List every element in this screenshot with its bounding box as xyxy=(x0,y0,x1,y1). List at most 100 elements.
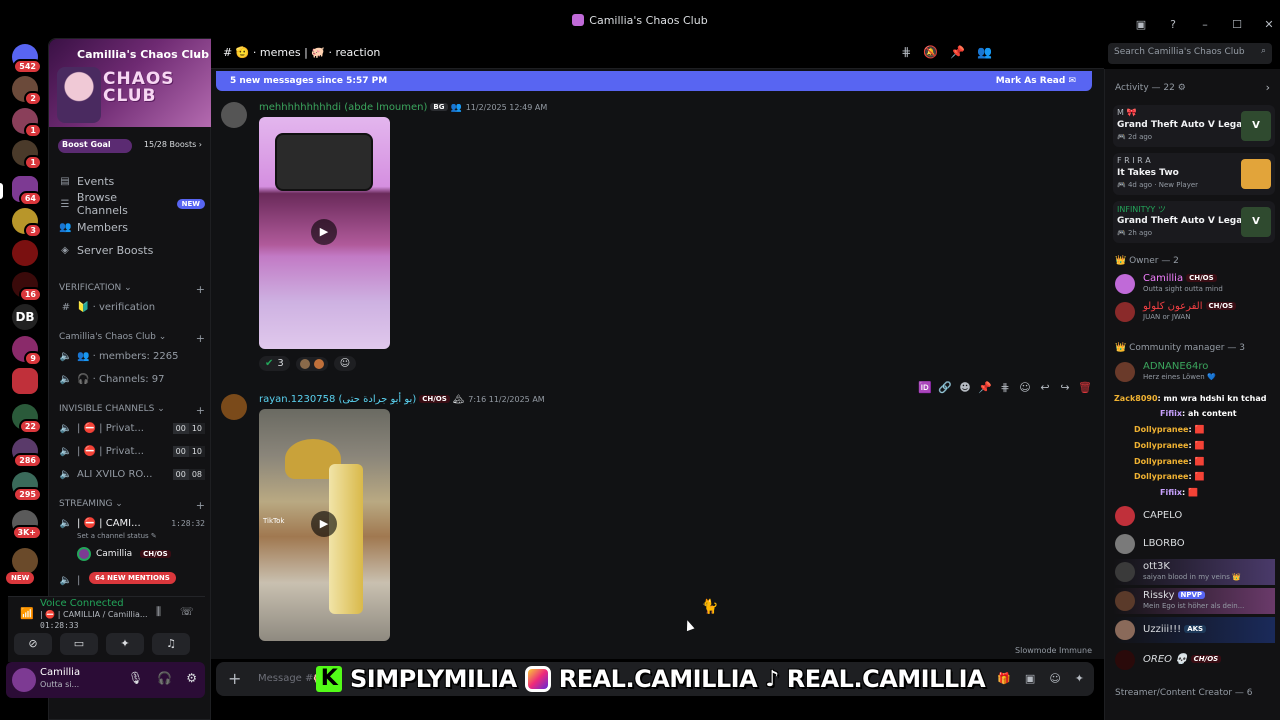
server-folder-4[interactable]: 3K+ xyxy=(11,510,42,540)
new-unreads-pill[interactable]: NEW xyxy=(6,572,35,584)
disconnect-icon[interactable]: ☏ xyxy=(180,605,194,618)
member-item[interactable]: ott3K saiyan blood in my veins 👑 xyxy=(1113,559,1275,585)
activity-header[interactable]: Activity — 22 ⚙ xyxy=(1115,83,1186,93)
avatar[interactable] xyxy=(221,102,247,128)
new-messages-bar[interactable]: 5 new messages since 5:57 PM Mark As Rea… xyxy=(216,71,1092,91)
boost-goal[interactable]: Boost Goal 15/28 Boosts › xyxy=(58,139,202,153)
channel-cami[interactable]: 🔈 | ⛔ | CAMI... 1:28:32 xyxy=(59,513,205,533)
server-icon-3[interactable]: 1 xyxy=(12,140,42,170)
activity-card[interactable]: F R I R A It Takes Two 🎮 4d ago · New Pl… xyxy=(1113,153,1275,195)
link-icon[interactable]: 🔗 xyxy=(938,381,952,394)
new-mentions-pill[interactable]: 64 NEW MENTIONS xyxy=(89,572,176,584)
video-attachment[interactable]: ▶ xyxy=(259,117,390,349)
author-name[interactable]: mehhhhhhhhhdi (abde lmoumen) xyxy=(259,102,427,113)
signal-icon[interactable]: 📶 xyxy=(20,607,34,620)
activity-card[interactable]: INFINITYY ツ Grand Theft Auto V Legacy 🎮 … xyxy=(1113,201,1275,243)
close-button[interactable]: ✕ xyxy=(1258,16,1280,34)
reaction-check[interactable]: ✔ 3 xyxy=(259,356,290,371)
reply-icon[interactable]: ↩ xyxy=(1038,381,1052,394)
minimize-button[interactable]: – xyxy=(1194,16,1216,34)
microphone-icon[interactable]: 🎙 xyxy=(128,671,143,685)
add-reaction-button[interactable]: ☺ xyxy=(333,356,357,371)
set-channel-status[interactable]: Set a channel status ✎ xyxy=(77,532,157,540)
react-icon[interactable]: ☻ xyxy=(958,381,972,394)
id-icon[interactable]: 🆔 xyxy=(918,381,932,394)
pin-icon[interactable]: 📌 xyxy=(978,381,992,394)
play-icon[interactable]: ▶ xyxy=(311,219,337,245)
server-icon-15[interactable] xyxy=(12,548,38,574)
inbox-icon[interactable]: ▣ xyxy=(1130,16,1152,34)
member-item[interactable]: Rissky NPVP Mein Ego ist höher als dein..… xyxy=(1113,588,1275,614)
nav-browse-channels[interactable]: ☰ Browse Channels NEW xyxy=(59,191,205,217)
channel-ali[interactable]: 🔈 ALI XVILO RO... 00 08 xyxy=(59,464,205,484)
server-icon-2[interactable]: 1 xyxy=(12,108,42,138)
gear-icon[interactable]: ⚙ xyxy=(186,671,197,685)
avatar[interactable] xyxy=(12,668,36,692)
noise-suppression-icon[interactable]: ⫼ xyxy=(156,605,161,619)
help-icon[interactable]: ? xyxy=(1162,16,1184,34)
category-streaming[interactable]: STREAMING ⌄ + xyxy=(59,499,205,512)
activities-icon[interactable]: ✦ xyxy=(106,633,144,655)
nav-members[interactable]: 👥 Members xyxy=(59,217,205,237)
maximize-button[interactable]: ☐ xyxy=(1226,16,1248,34)
server-icon-9[interactable]: 9 xyxy=(12,336,42,366)
gift-icon[interactable]: 🎁 xyxy=(997,672,1011,685)
channel-members-count[interactable]: 🔈 👥 · members: 2265 xyxy=(59,346,205,366)
member-list-icon[interactable]: 👥 xyxy=(977,45,992,59)
author-name[interactable]: rayan.1230758 (بو أبو جرادة حتى) xyxy=(259,394,416,405)
attach-plus-icon[interactable]: + xyxy=(228,669,241,688)
voice-channel-name[interactable]: | ⛔ | CAMILLIA / Camillia... xyxy=(40,610,150,619)
nav-server-boosts[interactable]: ◈ Server Boosts xyxy=(59,240,205,260)
camera-off-icon[interactable]: ⊘ xyxy=(14,633,52,655)
category-invisible[interactable]: INVISIBLE CHANNELS ⌄ + xyxy=(59,404,205,417)
add-channel-icon[interactable]: + xyxy=(196,404,205,417)
user-name[interactable]: Camillia xyxy=(40,667,80,678)
member-item[interactable]: OREO 💀 CH/OS xyxy=(1113,647,1275,673)
member-item[interactable]: Uzziii!!! AKS xyxy=(1113,617,1275,643)
reaction-avatars[interactable] xyxy=(295,356,328,371)
server-name[interactable]: Camillia's Chaos Club xyxy=(77,48,209,61)
emoji-icon[interactable]: ☺ xyxy=(1018,381,1032,394)
sticker-icon[interactable]: ▣ xyxy=(1025,672,1035,685)
avatar[interactable] xyxy=(221,394,247,420)
server-icon-chaos-club[interactable]: 64 xyxy=(12,176,42,206)
activity-card[interactable]: M 🎀 Grand Theft Auto V Legacy 🎮 2d ago V xyxy=(1113,105,1275,147)
member-item[interactable]: Camillia CH/OS Outta sight outta mind xyxy=(1113,271,1275,297)
member-item[interactable]: ADNANE64ro Herz eines Löwen 💙 xyxy=(1113,359,1275,385)
server-icon-10[interactable] xyxy=(12,368,38,394)
channel-channels-count[interactable]: 🔈 🎧 · Channels: 97 xyxy=(59,369,205,389)
chevron-right-icon[interactable]: › xyxy=(1266,81,1270,94)
add-channel-icon[interactable]: + xyxy=(196,283,205,296)
channel-verification[interactable]: # 🔰 · verification xyxy=(59,297,205,317)
screen-share-icon[interactable]: ▭ xyxy=(60,633,98,655)
add-channel-icon[interactable]: + xyxy=(196,332,205,345)
member-item[interactable]: CAPELO xyxy=(1113,503,1275,529)
add-channel-icon[interactable]: + xyxy=(196,499,205,512)
mute-icon[interactable]: 🔕 xyxy=(923,45,938,59)
search-input[interactable]: Search Camillia's Chaos Club ⌕ xyxy=(1108,43,1272,64)
voice-connected-title[interactable]: Voice Connected xyxy=(40,598,124,609)
server-banner[interactable]: Camillia's Chaos Club ⌄ CHAOS CLUB xyxy=(49,39,211,127)
server-icon-5[interactable]: 3 xyxy=(12,208,42,238)
category-chaos-club[interactable]: Camillia's Chaos Club ⌄ + xyxy=(59,332,205,345)
emoji-icon[interactable]: ☺ xyxy=(1049,672,1060,685)
member-item[interactable]: الفرعون كلولو CH/OS JUAN or JWAN xyxy=(1113,299,1275,325)
headphones-icon[interactable]: 🎧 xyxy=(157,671,172,685)
message-author[interactable]: rayan.1230758 (بو أبو جرادة حتى) CH/OS 🏔 11… xyxy=(259,394,545,405)
apps-icon[interactable]: ✦ xyxy=(1075,672,1084,685)
direct-messages-icon[interactable]: 542 xyxy=(12,44,42,74)
delete-icon[interactable]: 🗑 xyxy=(1078,381,1092,394)
video-attachment[interactable]: TikTok ▶ xyxy=(259,409,390,641)
server-folder-1[interactable]: 22 xyxy=(12,404,42,434)
category-verification[interactable]: VERIFICATION ⌄ + xyxy=(59,283,205,296)
mark-as-read-button[interactable]: Mark As Read ✉ xyxy=(996,76,1076,86)
message-author[interactable]: mehhhhhhhhhdi (abde lmoumen) BG 👥 11/2/2025… xyxy=(259,102,547,113)
member-item[interactable]: LBORBO xyxy=(1113,531,1275,557)
chevron-down-icon[interactable]: ⌄ xyxy=(192,47,201,60)
server-folder-3[interactable]: 295 xyxy=(12,472,42,502)
nav-events[interactable]: ▤ Events xyxy=(59,171,205,191)
server-icon-6[interactable] xyxy=(12,240,38,266)
voice-user-camillia[interactable]: Camillia CH/OS xyxy=(77,547,171,561)
soundboard-icon[interactable]: ♫ xyxy=(152,633,190,655)
thread-icon[interactable]: ⋕ xyxy=(998,381,1012,394)
